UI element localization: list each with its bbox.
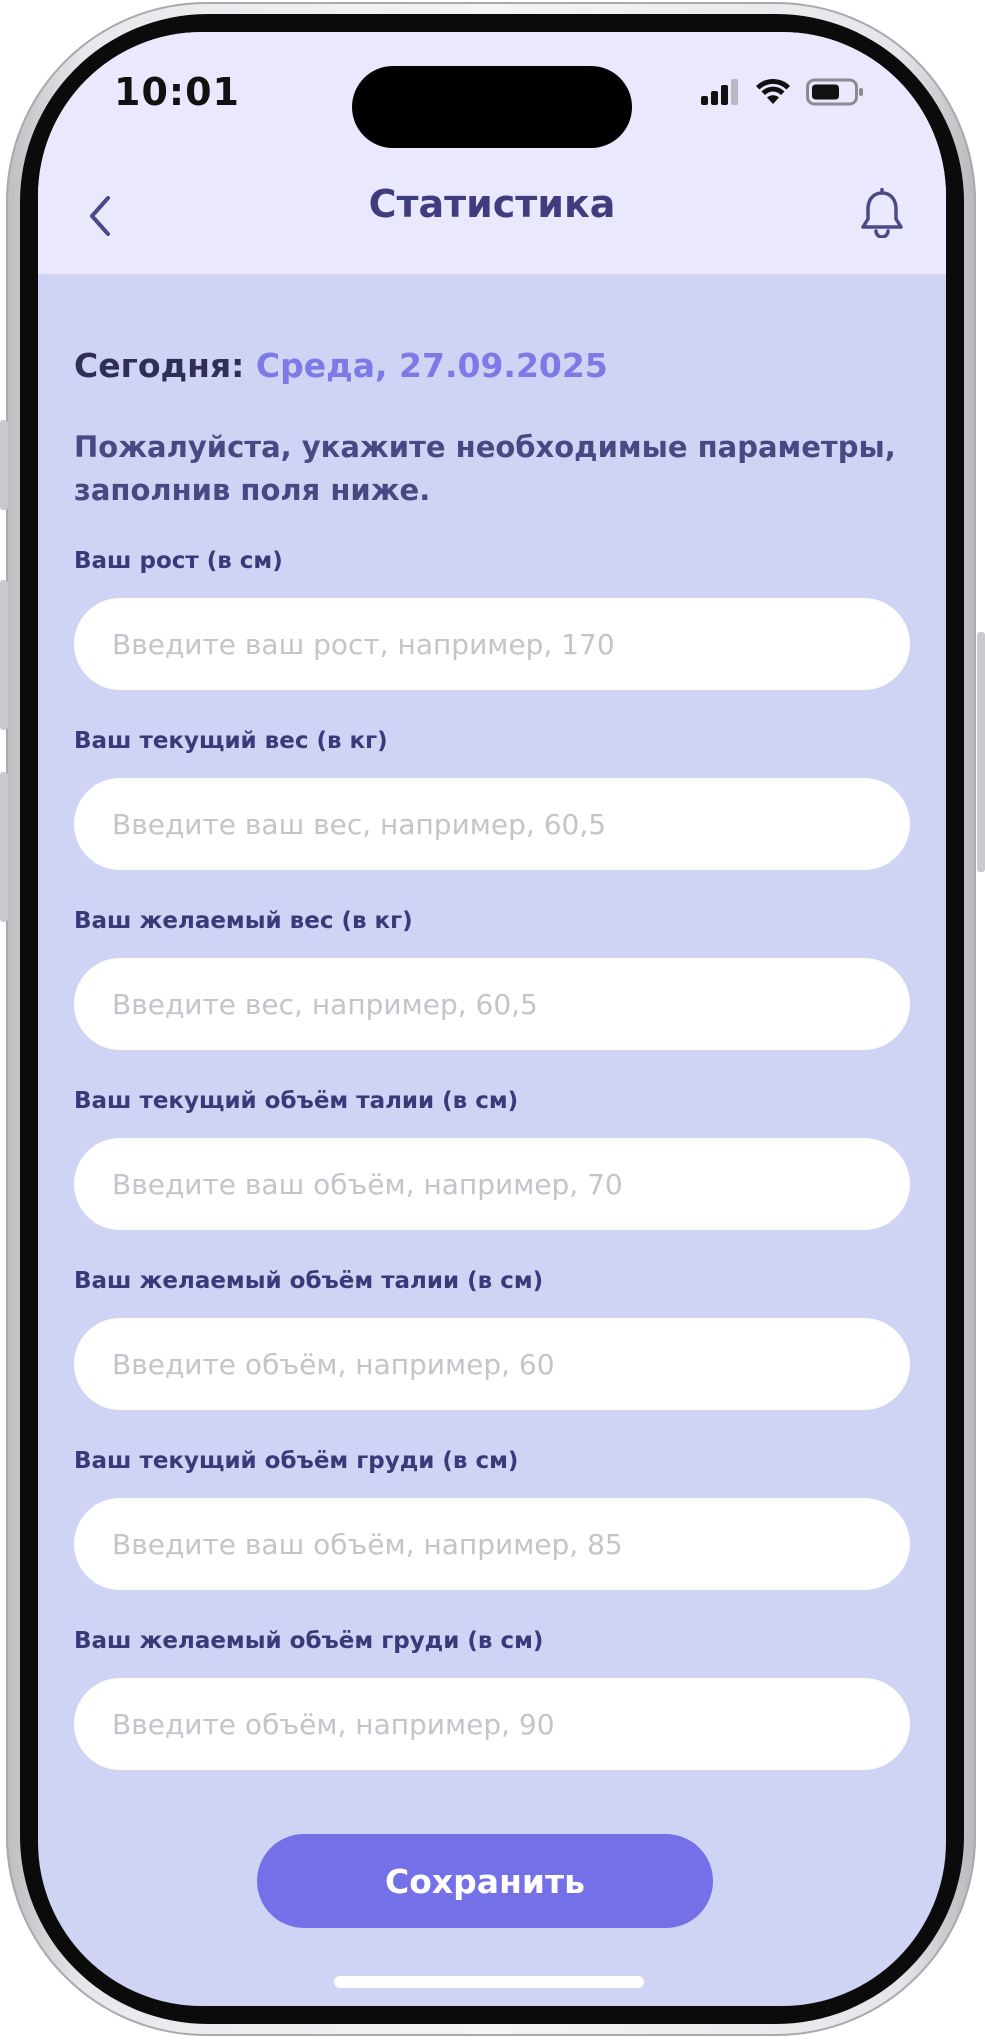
volume-down-button	[0, 772, 8, 922]
today-row: Сегодня: Среда, 27.09.2025	[74, 344, 910, 388]
today-date: Среда, 27.09.2025	[255, 346, 608, 385]
cellular-signal-icon	[700, 78, 740, 110]
current-waist-label: Ваш текущий объём талии (в см)	[74, 1088, 519, 1114]
height-field: Ваш рост (в см)	[74, 546, 910, 690]
app-screen: 10:01 Статистика Сегодня: Среда, 27.09.2…	[38, 32, 946, 2006]
wifi-icon	[754, 78, 792, 110]
target-waist-field: Ваш желаемый объём талии (в см)	[74, 1266, 910, 1410]
status-icons	[700, 78, 864, 110]
target-chest-input[interactable]	[74, 1678, 910, 1770]
target-chest-label: Ваш желаемый объём груди (в см)	[74, 1628, 544, 1654]
header-bar: 10:01 Статистика	[38, 32, 946, 274]
height-label: Ваш рост (в см)	[74, 548, 283, 574]
current-chest-input[interactable]	[74, 1498, 910, 1590]
target-waist-label: Ваш желаемый объём талии (в см)	[74, 1268, 544, 1294]
target-weight-field: Ваш желаемый вес (в кг)	[74, 906, 910, 1050]
today-label: Сегодня:	[74, 346, 245, 385]
action-button	[0, 420, 8, 510]
current-waist-field: Ваш текущий объём талии (в см)	[74, 1086, 910, 1230]
target-waist-input[interactable]	[74, 1318, 910, 1410]
bell-icon	[859, 187, 905, 242]
dynamic-island	[352, 66, 632, 148]
save-button[interactable]: Сохранить	[257, 1834, 713, 1928]
form-content: Сегодня: Среда, 27.09.2025 Пожалуйста, у…	[74, 274, 910, 1770]
battery-icon	[806, 78, 864, 110]
intro-text: Пожалуйста, укажите необходимые параметр…	[74, 430, 896, 507]
home-indicator[interactable]	[334, 1976, 644, 1988]
current-chest-label: Ваш текущий объём груди (в см)	[74, 1448, 519, 1474]
volume-up-button	[0, 580, 8, 730]
current-waist-input[interactable]	[74, 1138, 910, 1230]
current-weight-label: Ваш текущий вес (в кг)	[74, 728, 388, 754]
target-weight-label: Ваш желаемый вес (в кг)	[74, 908, 413, 934]
target-weight-input[interactable]	[74, 958, 910, 1050]
current-weight-field: Ваш текущий вес (в кг)	[74, 726, 910, 870]
page-title: Статистика	[368, 182, 616, 226]
power-button	[977, 632, 985, 872]
notifications-button[interactable]	[854, 184, 910, 246]
current-weight-input[interactable]	[74, 778, 910, 870]
target-chest-field: Ваш желаемый объём груди (в см)	[74, 1626, 910, 1770]
status-time: 10:01	[114, 70, 240, 114]
height-input[interactable]	[74, 598, 910, 690]
current-chest-field: Ваш текущий объём груди (в см)	[74, 1446, 910, 1590]
